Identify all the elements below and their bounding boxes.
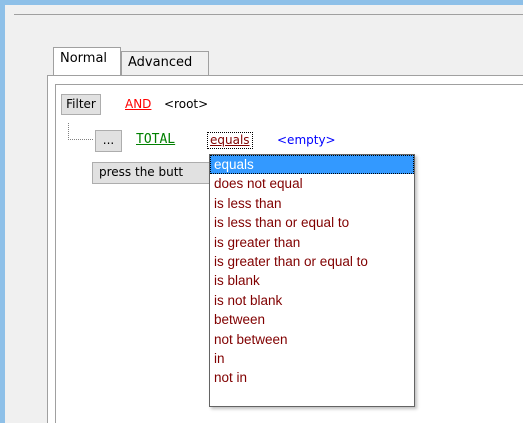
dropdown-option[interactable]: equals	[210, 155, 414, 175]
dropdown-option[interactable]: does not equal	[210, 174, 414, 193]
filter-button[interactable]: Filter	[61, 94, 101, 115]
dropdown-option[interactable]: not between	[210, 330, 414, 349]
dropdown-option[interactable]: between	[210, 310, 414, 329]
dropdown-option[interactable]: is not blank	[210, 291, 414, 310]
dropdown-option[interactable]: not in	[210, 368, 414, 387]
dropdown-option[interactable]: is less than or equal to	[210, 213, 414, 232]
value-link[interactable]: <empty>	[277, 132, 336, 148]
comparison-link[interactable]: equals	[207, 132, 253, 149]
dropdown-option[interactable]: is greater than	[210, 233, 414, 252]
dropdown-option[interactable]: is blank	[210, 271, 414, 290]
dropdown-option[interactable]: in	[210, 349, 414, 368]
field-link[interactable]: TOTAL	[136, 132, 175, 148]
tab-normal[interactable]: Normal	[53, 47, 121, 75]
dropdown-option[interactable]: is less than	[210, 194, 414, 213]
comparison-dropdown-list[interactable]: equals does not equal is less than is le…	[209, 154, 415, 407]
dropdown-option[interactable]: is greater than or equal to	[210, 252, 414, 271]
tree-connector	[68, 123, 93, 140]
condition-menu-button[interactable]: ...	[95, 130, 122, 152]
tab-advanced[interactable]: Advanced	[121, 51, 209, 75]
root-label: <root>	[164, 97, 209, 111]
divider	[14, 14, 523, 15]
add-condition-button[interactable]: press the butt	[92, 162, 212, 184]
operator-link[interactable]: AND	[125, 96, 151, 112]
